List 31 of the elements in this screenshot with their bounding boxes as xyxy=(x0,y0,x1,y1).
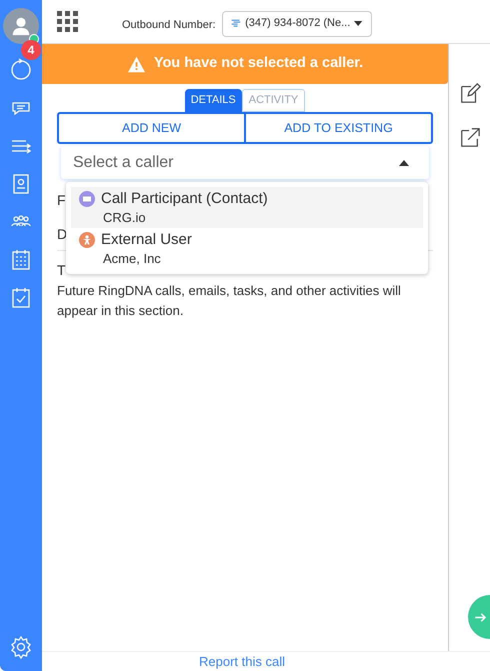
action-button[interactable]: ADD TO EXISTING xyxy=(244,114,431,142)
field-label: D xyxy=(57,224,68,244)
avatar[interactable] xyxy=(3,8,39,44)
person-icon xyxy=(79,232,95,248)
option-subtitle: CRG.io xyxy=(102,209,147,226)
caller-select[interactable]: Select a caller xyxy=(61,146,429,179)
refresh-icon[interactable] xyxy=(9,58,33,82)
edit-note-icon[interactable] xyxy=(458,82,480,104)
external-link-icon[interactable] xyxy=(458,126,480,148)
app-grid-icon[interactable] xyxy=(57,11,78,32)
option-title: External User xyxy=(101,230,192,250)
outbound-number-select[interactable]: (347) 934-8072 (Ne... xyxy=(222,10,372,36)
caller-option[interactable]: Call Participant (Contact) CRG.io xyxy=(71,187,423,228)
field-label: T xyxy=(57,261,66,280)
next-button[interactable] xyxy=(468,595,490,639)
outbound-number-label: Outbound Number: xyxy=(122,18,216,34)
activity-text: Future RingDNA calls, emails, tasks, and other activities will appear in this section. xyxy=(57,282,402,320)
warning-icon xyxy=(126,56,146,72)
field-label: F xyxy=(57,191,66,210)
warning-banner: You have not selected a caller. xyxy=(42,44,448,84)
settings-icon[interactable] xyxy=(9,635,33,659)
option-subtitle: Acme, Inc xyxy=(102,250,162,267)
caret-icon xyxy=(354,20,363,27)
tab[interactable]: ACTIVITY xyxy=(242,89,306,112)
tab[interactable]: DETAILS xyxy=(184,89,242,112)
action-button[interactable]: ADD NEW xyxy=(59,114,244,142)
report-call-link[interactable]: Report this call xyxy=(199,652,285,671)
notification-badge: 4 xyxy=(21,40,41,60)
option-title: Call Participant (Contact) xyxy=(101,189,268,209)
contact-card-icon xyxy=(79,191,95,207)
list-icon xyxy=(230,18,242,29)
